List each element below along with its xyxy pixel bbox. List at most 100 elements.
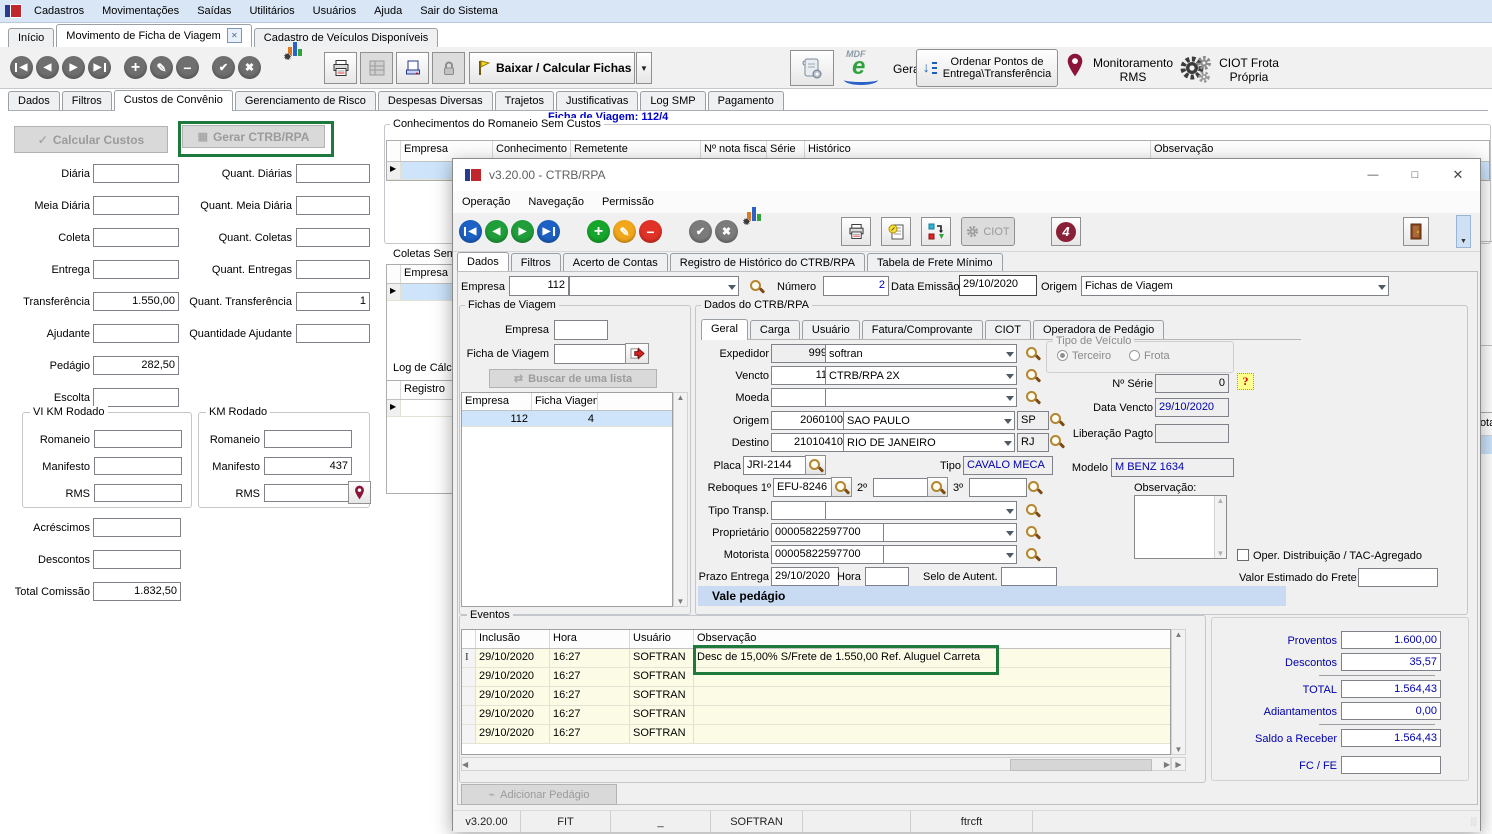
eventos-vscrollbar[interactable]: ▲▼ bbox=[1171, 629, 1186, 755]
fichas-empresa-field[interactable] bbox=[554, 320, 608, 340]
tab-carga[interactable]: Carga bbox=[750, 320, 800, 339]
menu-operacao[interactable]: Operação bbox=[453, 192, 519, 212]
tab-geral[interactable]: Geral bbox=[701, 319, 748, 340]
table-row[interactable]: ▶ bbox=[387, 400, 457, 417]
origem-uf-field[interactable]: SP bbox=[1017, 411, 1049, 430]
tab-fatura-comprovante[interactable]: Fatura/Comprovante bbox=[862, 320, 983, 339]
nav-last-button[interactable]: ▶ bbox=[537, 220, 560, 243]
table-row[interactable]: I 29/10/2020 16:27 SOFTRAN Desc de 15,00… bbox=[462, 649, 1170, 668]
reboque2-field[interactable] bbox=[873, 478, 931, 497]
acrescimos-field[interactable] bbox=[93, 518, 181, 537]
cancel-button[interactable]: ✖ bbox=[238, 56, 261, 79]
empresa-combo[interactable] bbox=[569, 276, 739, 296]
column-header[interactable]: Observação bbox=[694, 630, 1170, 648]
eventos-corner-button[interactable]: ▶ bbox=[1171, 757, 1186, 771]
cancel-button[interactable]: ✖ bbox=[715, 220, 738, 243]
placa-search-button[interactable] bbox=[805, 455, 826, 475]
diaria-field[interactable] bbox=[93, 164, 179, 183]
vencto-code-field[interactable]: 11 bbox=[771, 366, 831, 385]
entrega-field[interactable] bbox=[93, 260, 179, 279]
tab-ciot[interactable]: CIOT bbox=[985, 320, 1031, 339]
menu-navegacao[interactable]: Navegação bbox=[519, 192, 593, 212]
tipo-transp-combo[interactable] bbox=[825, 501, 1017, 520]
column-header[interactable]: Inclusão bbox=[476, 630, 550, 648]
delete-record-button[interactable]: − bbox=[639, 220, 662, 243]
gerar-ctrb-rpa-button[interactable]: ▦ Gerar CTRB/RPA bbox=[182, 125, 325, 148]
km-manifesto-field[interactable]: 437 bbox=[264, 457, 352, 475]
nav-prev-button[interactable]: ◀ bbox=[36, 56, 59, 79]
table-row[interactable]: ▶ bbox=[387, 284, 457, 301]
expedidor-code-field[interactable]: 999 bbox=[771, 344, 831, 363]
column-header[interactable]: Hora bbox=[550, 630, 630, 648]
menu-permissao[interactable]: Permissão bbox=[593, 192, 663, 212]
numero-field[interactable]: 2 bbox=[823, 276, 889, 296]
search-icon[interactable] bbox=[1025, 368, 1040, 383]
tab-movimento-ficha-viagem[interactable]: Movimento de Ficha de Viagem ✕ bbox=[56, 24, 252, 48]
subtab-gerenciamento-risco[interactable]: Gerenciamento de Risco bbox=[235, 91, 376, 110]
column-header[interactable]: Usuário bbox=[630, 630, 694, 648]
pedagio-field[interactable]: 282,50 bbox=[93, 356, 179, 375]
search-icon[interactable] bbox=[1025, 547, 1040, 562]
vikm-romaneio-field[interactable] bbox=[94, 430, 182, 448]
scrollbar-thumb[interactable] bbox=[1010, 759, 1152, 771]
destino-code-field[interactable]: 21010410 bbox=[771, 433, 847, 452]
tab-usuario[interactable]: Usuário bbox=[802, 320, 860, 339]
maximize-button[interactable]: □ bbox=[1394, 159, 1436, 191]
ordenar-pontos-button[interactable]: ↓ Ordenar Pontos deEntrega\Transferência bbox=[916, 49, 1058, 87]
baixar-calcular-button[interactable]: Baixar / Calcular Fichas bbox=[469, 52, 635, 84]
print-button[interactable] bbox=[324, 52, 357, 84]
fichas-grid[interactable]: Empresa Ficha Viagem 112 4 bbox=[461, 392, 673, 607]
log-calculo-grid[interactable]: Registro ▶ bbox=[386, 380, 457, 494]
table-row[interactable]: 112 4 bbox=[462, 411, 672, 427]
data-emissao-field[interactable]: 29/10/2020 bbox=[959, 275, 1037, 296]
ajudante-field[interactable] bbox=[93, 324, 179, 343]
origem-code-field[interactable]: 2060100 bbox=[771, 411, 847, 430]
data-vencto-field[interactable]: 29/10/2020 bbox=[1155, 398, 1229, 417]
motorista-field[interactable]: 00005822597700 bbox=[771, 545, 887, 564]
km-rms-field[interactable] bbox=[264, 484, 352, 502]
tab-inicio[interactable]: Início bbox=[8, 28, 54, 47]
help-icon[interactable]: ? bbox=[1237, 373, 1254, 390]
km-romaneio-field[interactable] bbox=[264, 430, 352, 448]
n-serie-field[interactable]: 0 bbox=[1155, 374, 1229, 393]
table-row[interactable]: 29/10/2020 16:27 SOFTRAN bbox=[462, 668, 1170, 687]
placa-field[interactable]: JRI-2144 bbox=[743, 456, 809, 475]
modal-titlebar[interactable]: v3.20.00 - CTRB/RPA — □ ✕ bbox=[453, 159, 1480, 191]
tab-close-icon[interactable]: ✕ bbox=[227, 28, 242, 43]
abrir-ficha-button[interactable] bbox=[625, 343, 649, 364]
search-icon[interactable] bbox=[749, 279, 764, 294]
modelo-field[interactable]: M BENZ 1634 bbox=[1111, 458, 1234, 477]
exit-button[interactable] bbox=[1403, 217, 1429, 246]
coleta-field[interactable] bbox=[93, 228, 179, 247]
column-header[interactable]: Registro bbox=[401, 381, 455, 399]
liberacao-pagto-field[interactable] bbox=[1155, 424, 1229, 443]
logo-4s-button[interactable]: 4 bbox=[1051, 217, 1081, 246]
search-icon[interactable] bbox=[1025, 346, 1040, 361]
nav-next-button[interactable]: ▶ bbox=[511, 220, 534, 243]
resize-grip-icon[interactable]: ░ bbox=[1470, 817, 1477, 826]
column-header[interactable]: Ficha Viagem bbox=[532, 393, 598, 410]
prazo-entrega-field[interactable]: 29/10/2020 bbox=[771, 567, 839, 586]
search-icon[interactable] bbox=[1025, 390, 1040, 405]
contract-button[interactable] bbox=[790, 50, 834, 86]
total-field[interactable]: 1.564,43 bbox=[1341, 680, 1441, 698]
frota-radio[interactable] bbox=[1129, 350, 1140, 361]
add-record-button[interactable]: + bbox=[587, 220, 610, 243]
minimize-button[interactable]: — bbox=[1352, 159, 1394, 191]
expedidor-combo[interactable]: softran bbox=[825, 344, 1017, 363]
adicionar-pedagio-button[interactable]: ⌁ Adicionar Pedágio bbox=[461, 784, 617, 805]
ciot-frota-label[interactable]: CIOT FrotaPrópria bbox=[1214, 56, 1284, 84]
menu-cadastros[interactable]: Cadastros bbox=[25, 1, 93, 21]
selo-autent-field[interactable] bbox=[1001, 567, 1057, 586]
descontos-total-field[interactable]: 35,57 bbox=[1341, 653, 1441, 671]
confirm-button[interactable]: ✔ bbox=[689, 220, 712, 243]
modal-tab-registro-historico[interactable]: Registro de Histórico do CTRB/RPA bbox=[670, 253, 865, 272]
gears-icon[interactable] bbox=[1178, 54, 1212, 87]
modal-tab-dados[interactable]: Dados bbox=[457, 252, 509, 273]
ciot-button[interactable]: CIOT bbox=[961, 217, 1015, 246]
subtab-custos-convenio[interactable]: Custos de Convênio bbox=[114, 90, 233, 111]
modal-tab-acerto[interactable]: Acerto de Contas bbox=[563, 253, 668, 272]
nav-prev-button[interactable]: ◀ bbox=[485, 220, 508, 243]
quant-transferencia-field[interactable]: 1 bbox=[296, 292, 370, 311]
nav-last-button[interactable]: ▶ bbox=[88, 56, 111, 79]
